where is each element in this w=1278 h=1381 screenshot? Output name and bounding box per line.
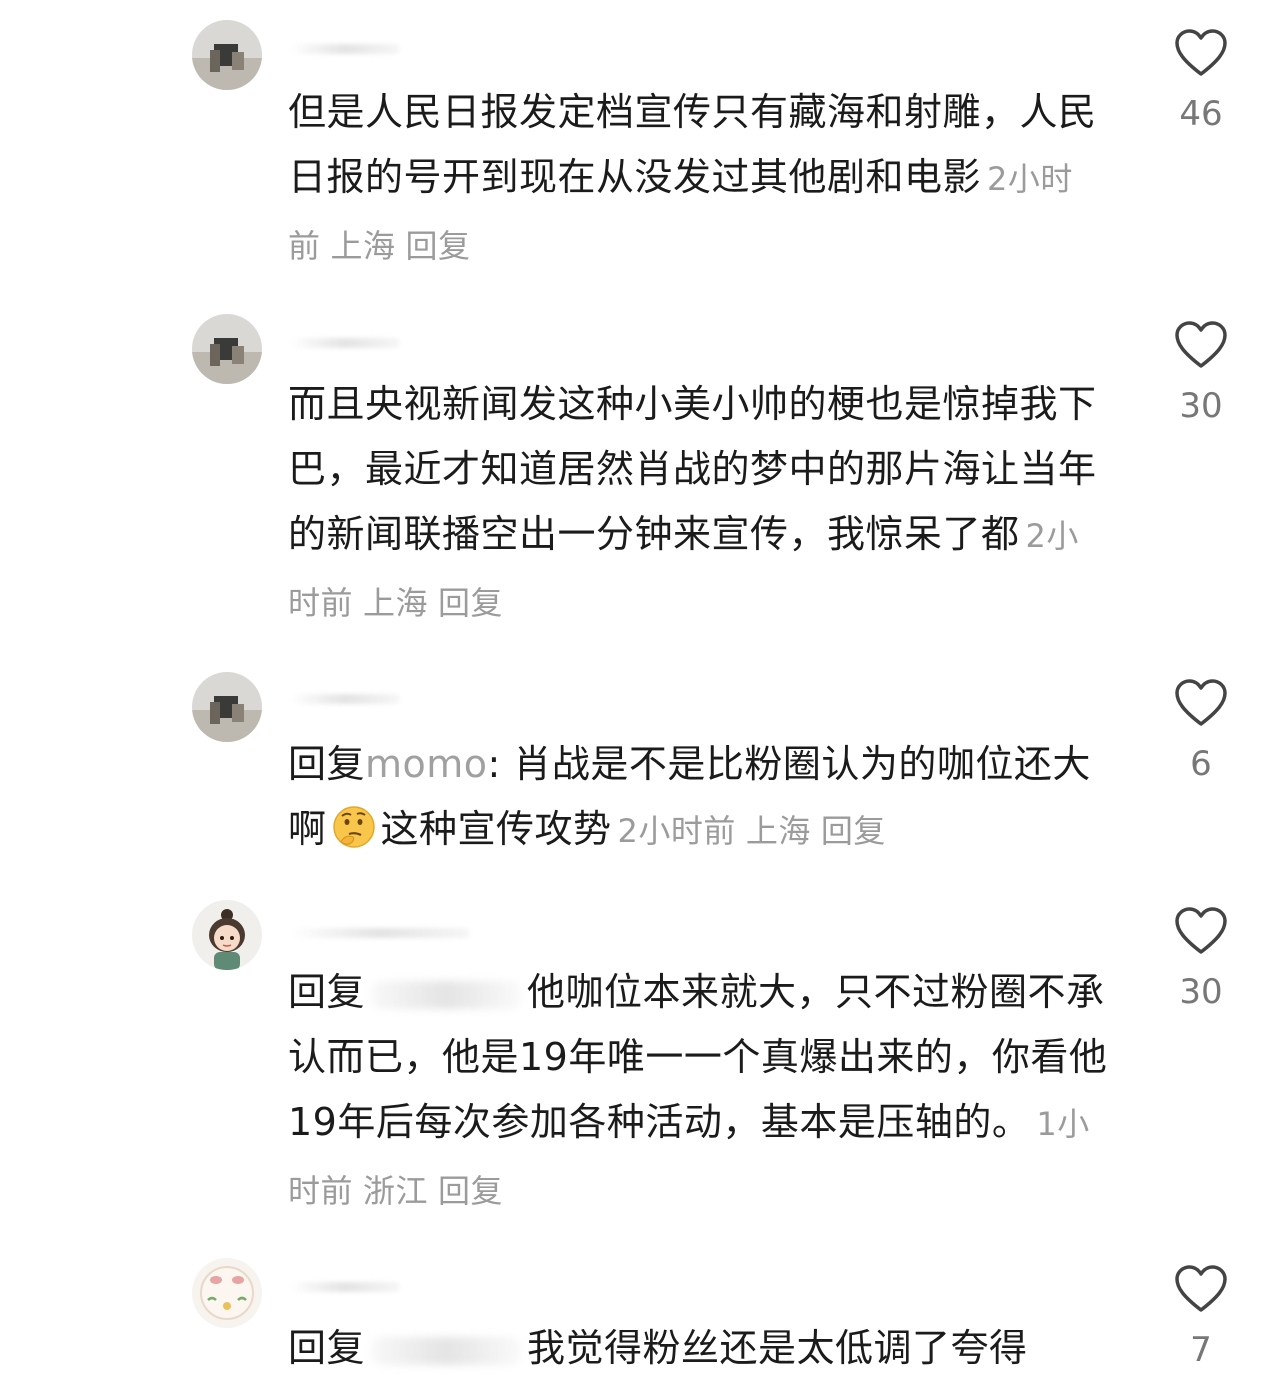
reply-prefix: 回复 [288,1326,366,1370]
username-blurred[interactable] [290,338,400,348]
like-button[interactable]: 6 [1160,678,1242,784]
heart-outline-icon [1175,321,1227,368]
comment-text: 而且央视新闻发这种小美小帅的梗也是惊掉我下巴，最近才知道居然肖战的梦中的那片海让… [288,382,1097,556]
comment-time: 2小时前 [617,812,736,850]
like-button[interactable]: 46 [1160,28,1242,134]
comment-text: 但是人民日报发定档宣传只有藏海和射雕，人民日报的号开到现在从没发过其他剧和电影 [288,90,1097,199]
like-button[interactable]: 30 [1160,320,1242,426]
avatar[interactable] [192,314,262,384]
heart-outline-icon [1175,29,1227,76]
reply-button[interactable]: 回复 [438,584,503,622]
mention-blurred[interactable] [371,1336,522,1365]
like-button[interactable]: 7 [1160,1264,1242,1370]
heart-outline-icon [1175,907,1227,954]
like-count: 6 [1190,744,1212,784]
heart-outline-icon [1175,679,1227,726]
comment-location: 浙江 [363,1172,429,1210]
comment-body: 回复momo: 肖战是不是比粉圈认为的咖位还大啊 这种宣传攻势 2小时前 上海 回复 [288,732,1108,864]
heart-outline-icon [1175,1265,1227,1312]
comment-body: 但是人民日报发定档宣传只有藏海和射雕，人民日报的号开到现在从没发过其他剧和电影 2… [288,80,1108,279]
avatar[interactable] [192,672,262,742]
avatar[interactable] [192,1258,262,1328]
avatar[interactable] [192,20,262,90]
username-blurred[interactable] [290,694,400,704]
username-blurred[interactable] [290,928,470,938]
comment-body: 而且央视新闻发这种小美小帅的梗也是惊掉我下巴，最近才知道居然肖战的梦中的那片海让… [288,372,1108,636]
thinking-face-emoji-icon [331,804,377,850]
comment-body: 回复 他咖位本来就大，只不过粉圈不承认而已，他是19年唯一一个真爆出来的，你看他1… [288,960,1108,1224]
reply-button[interactable]: 回复 [406,227,471,265]
like-count: 7 [1190,1330,1212,1370]
comment-meta: 2小时前 上海 回复 [618,812,896,850]
like-count: 30 [1179,972,1223,1012]
comment-text: 这种宣传攻势 [380,807,612,851]
mention-blurred[interactable] [371,980,522,1009]
comment-location: 上海 [330,227,396,265]
comment-text: 我觉得粉丝还是太低调了夸得 [527,1326,1028,1370]
username-blurred[interactable] [290,44,400,54]
reply-prefix: 回复 [288,742,366,786]
comment-location: 上海 [745,812,811,850]
reply-button[interactable]: 回复 [438,1172,503,1210]
like-button[interactable]: 30 [1160,906,1242,1012]
comment-body: 回复 我觉得粉丝还是太低调了夸得 [288,1316,1108,1381]
avatar[interactable] [192,900,262,970]
reply-button[interactable]: 回复 [821,812,886,850]
like-count: 30 [1179,386,1223,426]
reply-prefix: 回复 [288,970,366,1014]
username-blurred[interactable] [290,1282,400,1292]
comment-location: 上海 [363,584,429,622]
mention-link[interactable]: momo [365,742,488,786]
like-count: 46 [1179,94,1223,134]
